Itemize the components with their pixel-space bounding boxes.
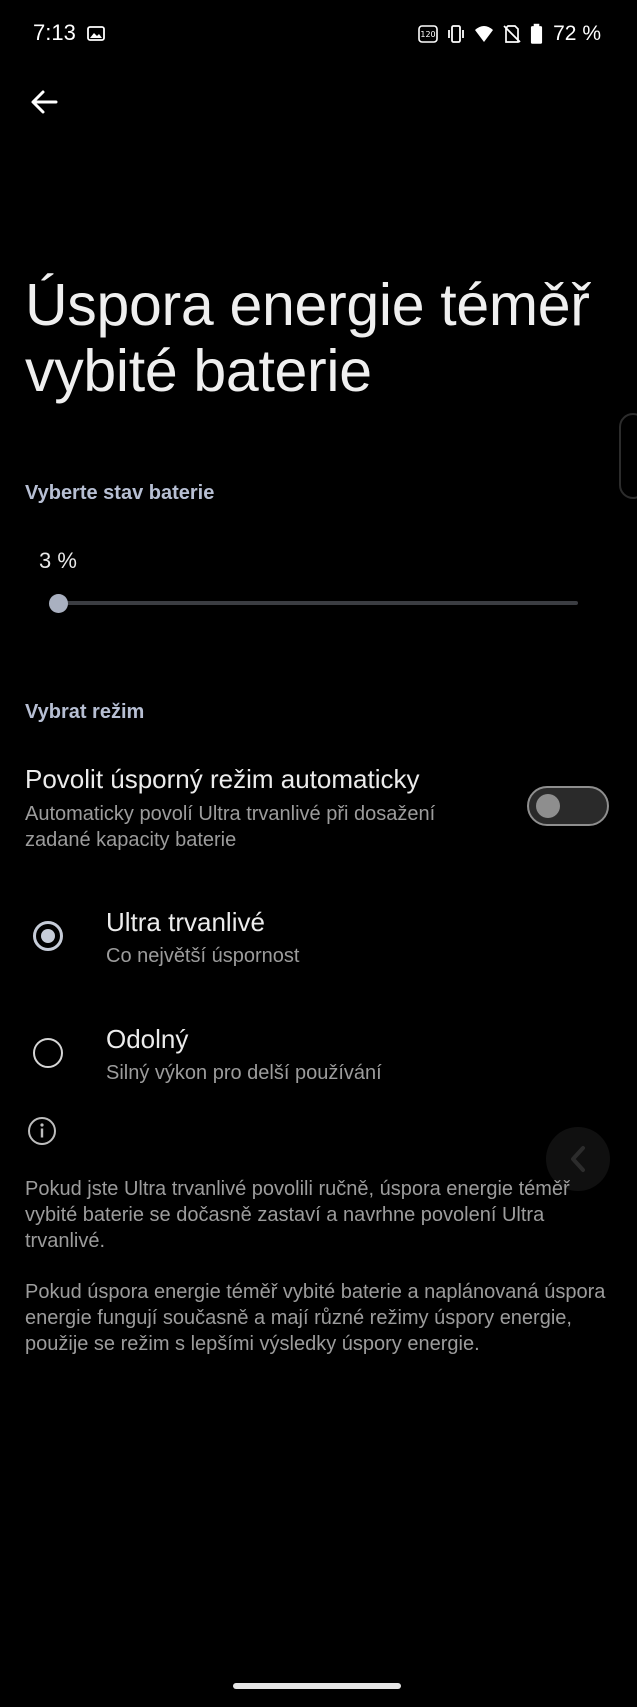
battery-level-slider-track[interactable] (58, 601, 578, 605)
toggle-knob (536, 794, 560, 818)
auto-enable-description: Automaticky povolí Ultra trvanlivé při d… (25, 803, 436, 851)
battery-level-value: 3 % (39, 548, 77, 573)
battery-percent: 72 % (553, 22, 601, 45)
info-icon (28, 1117, 56, 1145)
mode-label: Vybrat režim (25, 701, 145, 723)
auto-enable-toggle[interactable] (527, 786, 609, 826)
edge-panel-handle[interactable] (619, 413, 637, 499)
option-resilient-subtitle: Silný výkon pro delší používání (106, 1062, 382, 1084)
chevron-left-icon (571, 1146, 585, 1172)
back-button[interactable] (22, 80, 66, 124)
info-paragraph-1: Pokud jste Ultra trvanlivé povolili ručn… (25, 1178, 570, 1252)
vibrate-icon (448, 25, 465, 43)
option-ultra-durable-title[interactable]: Ultra trvanlivé (106, 907, 265, 938)
status-bar: 7:13 120 72 % (0, 0, 637, 70)
status-time: 7:13 (33, 20, 76, 45)
radio-resilient[interactable] (33, 1038, 63, 1068)
home-indicator[interactable] (233, 1683, 401, 1689)
svg-text:120: 120 (420, 30, 435, 39)
wifi-icon (475, 26, 494, 42)
option-resilient-title[interactable]: Odolný (106, 1024, 188, 1055)
arrow-back-icon (31, 90, 58, 114)
auto-enable-title[interactable]: Povolit úsporný režim automaticky (25, 764, 419, 795)
option-ultra-durable-subtitle: Co největší úspornost (106, 945, 300, 967)
page-title: Úspora energie téměř vybité baterie (25, 272, 615, 404)
status-icons: 120 72 % (418, 20, 601, 48)
battery-icon (531, 23, 543, 44)
battery-level-label: Vyberte stav baterie (25, 482, 215, 504)
radio-ultra-durable[interactable] (33, 921, 63, 951)
battery-level-slider-thumb[interactable] (48, 594, 68, 613)
refresh-rate-120-icon: 120 (418, 25, 438, 43)
page-title-line2: vybité baterie (25, 338, 372, 404)
gallery-icon (87, 26, 105, 41)
radio-selected-dot (41, 929, 55, 943)
no-sim-icon (503, 25, 521, 43)
page-title-line1: Úspora energie téměř (25, 272, 590, 338)
info-paragraph-2: Pokud úspora energie téměř vybité bateri… (25, 1281, 606, 1355)
